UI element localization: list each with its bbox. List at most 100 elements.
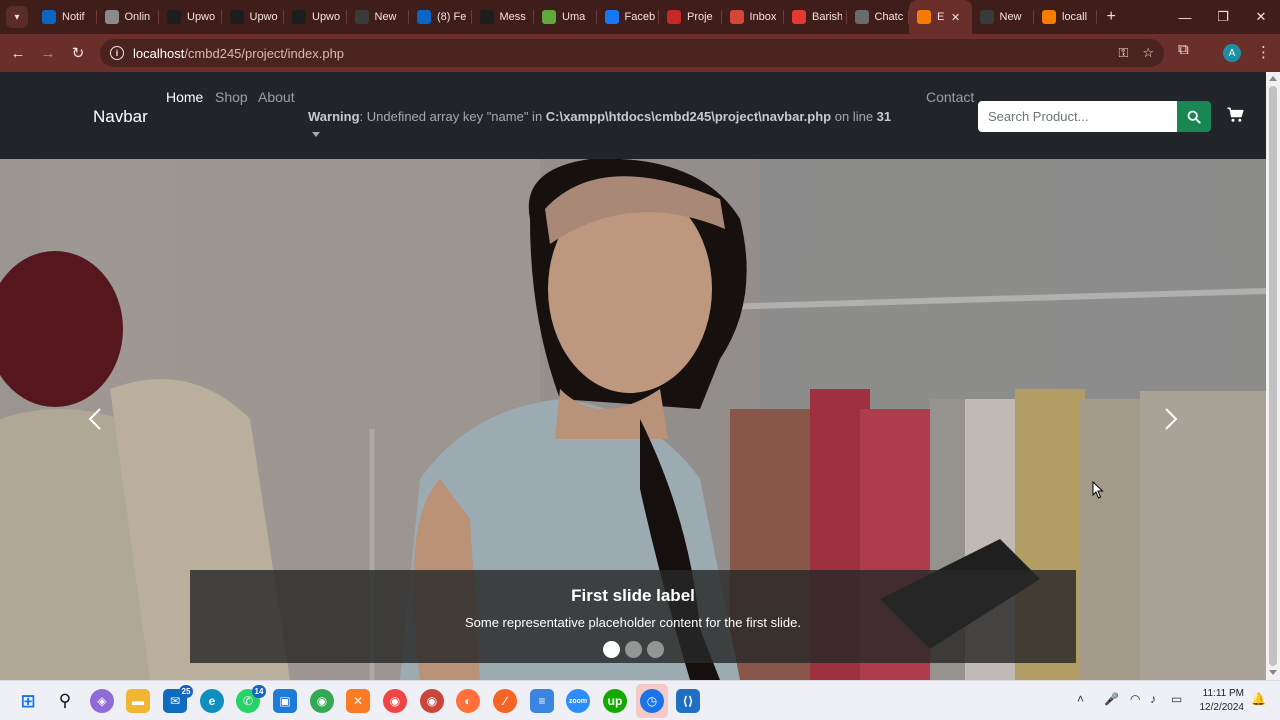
wifi-icon[interactable]: ◠ <box>1130 692 1140 706</box>
site-info-icon[interactable]: i <box>110 46 124 60</box>
sublime-icon[interactable]: ∕ <box>493 689 517 713</box>
carousel-indicator[interactable] <box>646 641 664 658</box>
copilot-icon[interactable]: ◈ <box>90 689 114 713</box>
windows-start-icon[interactable]: ⊞ <box>16 689 40 713</box>
browser-tab[interactable]: Onlin <box>97 0 160 34</box>
hero-carousel: First slide label Some representative pl… <box>0 159 1266 680</box>
browser-tab[interactable]: Proje <box>659 0 722 34</box>
browser-tab[interactable]: New <box>347 0 410 34</box>
browser-tab[interactable]: Faceb <box>597 0 660 34</box>
nav-about[interactable]: About <box>258 89 295 105</box>
store-icon[interactable]: ▣ <box>273 689 297 713</box>
browser-tab[interactable]: Mess <box>472 0 535 34</box>
file-explorer-icon[interactable]: ▬ <box>126 689 150 713</box>
carousel-indicator[interactable] <box>602 641 620 658</box>
browser-tab[interactable]: locall <box>1034 0 1097 34</box>
tab-title: Barish <box>812 11 842 23</box>
close-window-icon[interactable]: ✕ <box>1242 0 1280 34</box>
mail-icon[interactable]: ✉ 25 <box>163 685 193 713</box>
bookmark-star-icon[interactable]: ☆ <box>1142 45 1154 61</box>
browser-toolbar: ← → ↻ i localhost/cmbd245/project/index.… <box>0 34 1280 72</box>
time-tracker-icon[interactable]: ◷ <box>640 689 664 713</box>
php-warning: Warning: Undefined array key "name" in C… <box>308 109 891 124</box>
chrome-icon[interactable]: ◉ <box>383 689 407 713</box>
linkedin-icon <box>42 10 56 24</box>
browser-tab[interactable]: Upwo <box>222 0 285 34</box>
system-clock[interactable]: 11:11 PM 12/2/2024 <box>1196 687 1245 715</box>
back-icon[interactable]: ← <box>3 38 33 68</box>
browser-tab[interactable]: E ✕ <box>909 0 972 34</box>
battery-icon[interactable]: ▭ <box>1171 692 1182 706</box>
browser-tab[interactable]: Barish <box>784 0 847 34</box>
mouse-cursor-icon <box>1092 481 1104 499</box>
edge-icon[interactable]: e <box>200 689 224 713</box>
new-tab-icon[interactable]: + <box>1107 8 1116 26</box>
browser-tab[interactable]: Uma <box>534 0 597 34</box>
zoom-icon[interactable]: zoom <box>566 689 590 713</box>
upwork-icon[interactable]: up <box>603 689 627 713</box>
page-viewport: Navbar Home Shop About Warning: Undefine… <box>0 72 1280 680</box>
chrome-alt-icon[interactable]: ◉ <box>420 689 444 713</box>
carousel-indicator[interactable] <box>624 641 642 658</box>
microphone-icon[interactable]: 🎤 <box>1104 692 1119 706</box>
xampp-icon[interactable]: ✕ <box>346 689 370 713</box>
warning-line-text: on line <box>831 109 877 124</box>
firefox-icon[interactable]: ◐ <box>456 689 480 713</box>
navbar-brand[interactable]: Navbar <box>93 107 148 127</box>
browser-tab[interactable]: Chatc <box>847 0 910 34</box>
browser-tab-strip: ▾ Notif Onlin Upwo Upwo Upwo New (8) Fe Mess Uma… <box>0 0 1280 34</box>
scroll-thumb[interactable] <box>1269 86 1277 666</box>
password-key-icon[interactable]: ⚿ <box>1118 45 1128 61</box>
cart-icon[interactable] <box>1227 107 1244 123</box>
address-bar[interactable]: i localhost/cmbd245/project/index.php ⚿ … <box>100 39 1164 67</box>
nav-shop[interactable]: Shop <box>215 89 248 105</box>
facebook-icon <box>604 10 619 24</box>
search-button[interactable] <box>1177 101 1211 132</box>
tab-close-icon[interactable]: ✕ <box>951 11 960 24</box>
reload-icon[interactable]: ↻ <box>63 38 93 68</box>
browser-menu-icon[interactable]: ⋮ <box>1256 43 1271 61</box>
browser-tab[interactable]: Notif <box>34 0 97 34</box>
chevron-right-icon <box>1165 408 1178 430</box>
restore-icon[interactable]: ❐ <box>1204 0 1242 34</box>
tab-search-icon[interactable]: ▾ <box>6 6 28 28</box>
tab-title: Upwo <box>312 11 341 23</box>
dropdown-caret-icon[interactable] <box>312 132 320 137</box>
scroll-up-icon[interactable] <box>1269 76 1277 81</box>
search-icon <box>1187 110 1201 124</box>
chrome-icon <box>979 10 994 24</box>
notification-bell-icon[interactable]: 🔔 <box>1251 692 1266 706</box>
url-path: /cmbd245/project/index.php <box>184 45 345 61</box>
chrome-profile-icon[interactable]: ◉ <box>310 689 334 713</box>
search-input[interactable] <box>978 101 1177 132</box>
volume-icon[interactable]: ♪ <box>1150 692 1156 706</box>
tray-overflow-icon[interactable]: ˄ <box>1077 692 1084 706</box>
notepad-icon[interactable]: ≡ <box>530 689 554 713</box>
upwork-icon <box>229 10 244 24</box>
profile-avatar[interactable]: A <box>1223 44 1241 62</box>
taskbar-search-icon[interactable]: ⚲ <box>53 689 77 713</box>
carousel-next-button[interactable] <box>1161 404 1181 434</box>
vscode-icon[interactable]: ⟨⟩ <box>676 689 700 713</box>
whatsapp-icon[interactable]: ✆ 14 <box>236 685 266 713</box>
browser-tab[interactable]: Upwo <box>284 0 347 34</box>
extensions-icon[interactable]: ⧉ <box>1178 41 1189 58</box>
globe-icon <box>104 10 119 24</box>
scroll-down-icon[interactable] <box>1269 670 1277 675</box>
youtube-icon <box>792 10 806 24</box>
browser-tab[interactable]: Upwo <box>159 0 222 34</box>
minimize-icon[interactable]: — <box>1166 0 1204 34</box>
tab-title: Uma <box>562 11 586 23</box>
tab-title: Proje <box>687 11 713 23</box>
upwork-icon <box>167 10 181 24</box>
browser-tab[interactable]: Inbox <box>722 0 785 34</box>
nav-home[interactable]: Home <box>166 89 203 105</box>
tab-title: (8) Fe <box>437 11 467 23</box>
forward-icon[interactable]: → <box>33 38 63 68</box>
carousel-prev-button[interactable] <box>85 404 105 434</box>
page-scrollbar[interactable] <box>1266 72 1280 680</box>
tab-title: New <box>999 11 1022 23</box>
browser-tab[interactable]: New <box>972 0 1035 34</box>
browser-tab[interactable]: (8) Fe <box>409 0 472 34</box>
nav-contact[interactable]: Contact <box>926 89 974 105</box>
